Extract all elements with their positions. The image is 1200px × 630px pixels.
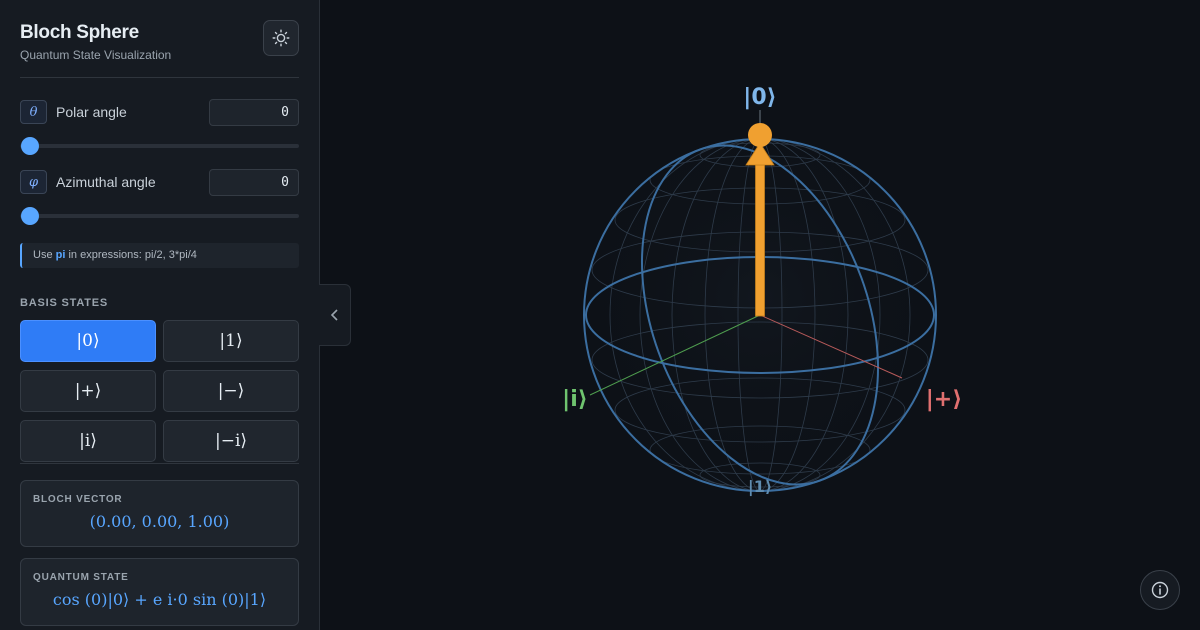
ket-plus-label: |+⟩ [926, 387, 963, 412]
slider-thumb[interactable] [21, 207, 39, 225]
bloch-vector-heading: BLOCH VECTOR [33, 494, 123, 505]
polar-angle-row: θ Polar angle 0 [20, 99, 299, 126]
app-title: Bloch Sphere [20, 22, 139, 43]
ket-one-label: |1⟩ [748, 477, 772, 497]
slider-track [20, 214, 299, 218]
info-icon [1151, 581, 1169, 599]
basis-button-minus-i[interactable]: |−i⟩ [163, 420, 299, 462]
ket-i-label: |i⟩ [562, 387, 588, 412]
azimuthal-angle-row: φ Azimuthal angle 0 [20, 169, 299, 196]
quantum-state-value: cos (0)|0⟩ + e i·0 sin (0)|1⟩ [52, 590, 267, 609]
app-subtitle: Quantum State Visualization [20, 48, 172, 62]
bloch-vector-value: (0.00, 0.00, 1.00) [89, 512, 230, 531]
info-button[interactable] [1140, 570, 1180, 610]
slider-thumb[interactable] [21, 137, 39, 155]
azimuthal-angle-label: Azimuthal angle [56, 174, 156, 190]
sidebar: Bloch Sphere Quantum State Visualization… [0, 0, 320, 630]
basis-button-zero[interactable]: |0⟩ [20, 320, 156, 362]
hint-prefix: Use [33, 249, 56, 261]
quantum-state-heading: QUANTUM STATE [33, 572, 129, 583]
hint-suffix: in expressions: pi/2, 3*pi/4 [65, 249, 197, 261]
expression-hint: Use pi in expressions: pi/2, 3*pi/4 [20, 243, 299, 268]
azimuthal-angle-input[interactable]: 0 [209, 169, 299, 196]
polar-angle-input[interactable]: 0 [209, 99, 299, 126]
quantum-state-card: QUANTUM STATE cos (0)|0⟩ + e i·0 sin (0)… [20, 558, 299, 626]
phi-symbol: φ [20, 170, 47, 194]
polar-angle-slider[interactable] [20, 137, 299, 155]
basis-button-one[interactable]: |1⟩ [163, 320, 299, 362]
app-header: Bloch Sphere Quantum State Visualization [20, 20, 299, 78]
theta-symbol: θ [20, 100, 47, 124]
polar-angle-label: Polar angle [56, 104, 127, 120]
basis-button-plus[interactable]: |+⟩ [20, 370, 156, 412]
slider-track [20, 144, 299, 148]
basis-button-minus[interactable]: |−⟩ [163, 370, 299, 412]
basis-states-heading: BASIS STATES [20, 297, 109, 309]
ket-zero-label: |0⟩ [743, 85, 776, 110]
bloch-vector-card: BLOCH VECTOR (0.00, 0.00, 1.00) [20, 480, 299, 547]
basis-button-i[interactable]: |i⟩ [20, 420, 156, 462]
divider [20, 463, 299, 464]
sun-icon [272, 29, 290, 47]
bloch-sphere-canvas[interactable]: |0⟩ |1⟩ |+⟩ |i⟩ [320, 0, 1200, 630]
theme-toggle-button[interactable] [263, 20, 299, 56]
hint-keyword: pi [55, 249, 66, 261]
azimuthal-angle-slider[interactable] [20, 207, 299, 225]
